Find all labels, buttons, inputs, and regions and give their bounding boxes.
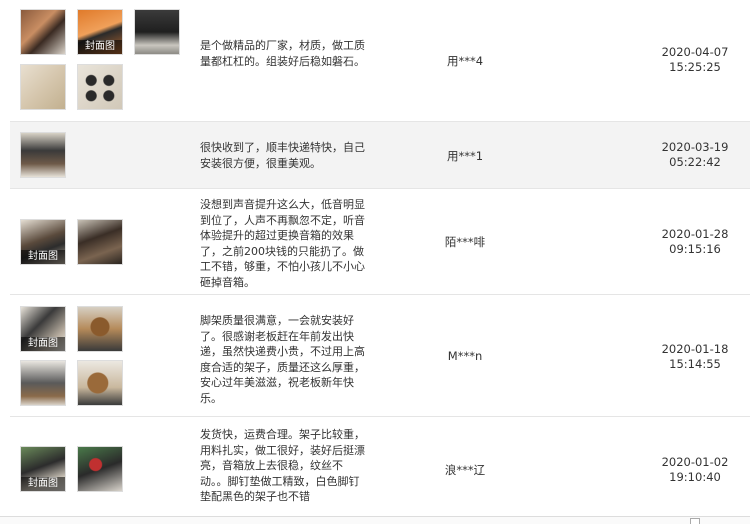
review-user: 浪***辽 (444, 463, 486, 477)
review-list: 封面图 是个做精品的厂家，材质，做工质量都杠杠的。组装好后稳如磐石。 用***4… (10, 0, 750, 515)
review-photo[interactable] (77, 219, 123, 265)
review-date: 2020-01-02 (661, 455, 729, 469)
review-date: 2020-03-19 (661, 140, 729, 154)
review-date: 2020-01-28 (661, 227, 729, 241)
review-timestamp: 2020-03-19 05:22:42 (640, 140, 750, 170)
review-text: 没想到声音提升这么大，低音明显到位了，人声不再飘忽不定，听音体验提升的超过更换音… (200, 198, 365, 289)
review-text: 脚架质量很满意，一会就安装好了。很感谢老板赶在年前发出快递，虽然快递费小贵，不过… (200, 314, 365, 405)
review-date: 2020-01-18 (661, 342, 729, 356)
review-timestamp: 2020-01-18 15:14:55 (640, 342, 750, 372)
review-time: 05:22:42 (669, 155, 721, 169)
review-time: 09:15:16 (669, 242, 721, 256)
review-row: 封面图 发货快，运费合理。架子比较重，用料扎实，做工很好，装好后挺漂亮，音箱放上… (10, 417, 750, 515)
review-photo[interactable] (20, 9, 66, 55)
review-user: 用***4 (446, 54, 484, 68)
review-row: 封面图 没想到声音提升这么大，低音明显到位了，人声不再飘忽不定，听音体验提升的超… (10, 189, 750, 295)
review-timestamp: 2020-04-07 15:25:25 (640, 45, 750, 75)
review-time: 19:10:40 (669, 470, 721, 484)
review-user: 陌***啡 (444, 235, 486, 249)
cover-label: 封面图 (21, 250, 65, 264)
review-row: 封面图 脚架质量很满意，一会就安装好了。很感谢老板赶在年前发出快递，虽然快递费小… (10, 295, 750, 417)
review-text: 是个做精品的厂家，材质，做工质量都杠杠的。组装好后稳如磐石。 (200, 39, 365, 68)
review-photo[interactable] (20, 132, 66, 178)
review-photo[interactable] (77, 446, 123, 492)
review-date: 2020-04-07 (661, 45, 729, 59)
cover-label: 封面图 (21, 477, 65, 491)
review-photo[interactable] (77, 360, 123, 406)
review-user: 用***1 (446, 149, 484, 163)
review-photo-cover[interactable]: 封面图 (77, 9, 123, 55)
review-time: 15:14:55 (669, 357, 721, 371)
review-row: 很快收到了，顺丰快递特快，自己安装很方便，很重美观。 用***1 2020-03… (10, 122, 750, 189)
review-photo[interactable] (134, 9, 180, 55)
review-photo[interactable] (20, 360, 66, 406)
review-photo[interactable] (77, 306, 123, 352)
review-time: 15:25:25 (669, 60, 721, 74)
review-photo[interactable] (77, 64, 123, 110)
cover-label: 封面图 (21, 337, 65, 351)
footer-checkbox[interactable] (690, 518, 700, 524)
review-photo-cover[interactable]: 封面图 (20, 446, 66, 492)
review-timestamp: 2020-01-02 19:10:40 (640, 455, 750, 485)
cover-label: 封面图 (78, 40, 122, 54)
review-row: 封面图 是个做精品的厂家，材质，做工质量都杠杠的。组装好后稳如磐石。 用***4… (10, 0, 750, 122)
review-photo-cover[interactable]: 封面图 (20, 306, 66, 352)
review-text: 很快收到了，顺丰快递特快，自己安装很方便，很重美观。 (200, 141, 365, 170)
review-timestamp: 2020-01-28 09:15:16 (640, 227, 750, 257)
review-photo[interactable] (20, 64, 66, 110)
review-user: M***n (447, 349, 483, 363)
review-photo-cover[interactable]: 封面图 (20, 219, 66, 265)
review-text: 发货快，运费合理。架子比较重，用料扎实，做工很好，装好后挺漂亮，音箱放上去很稳，… (200, 428, 365, 503)
